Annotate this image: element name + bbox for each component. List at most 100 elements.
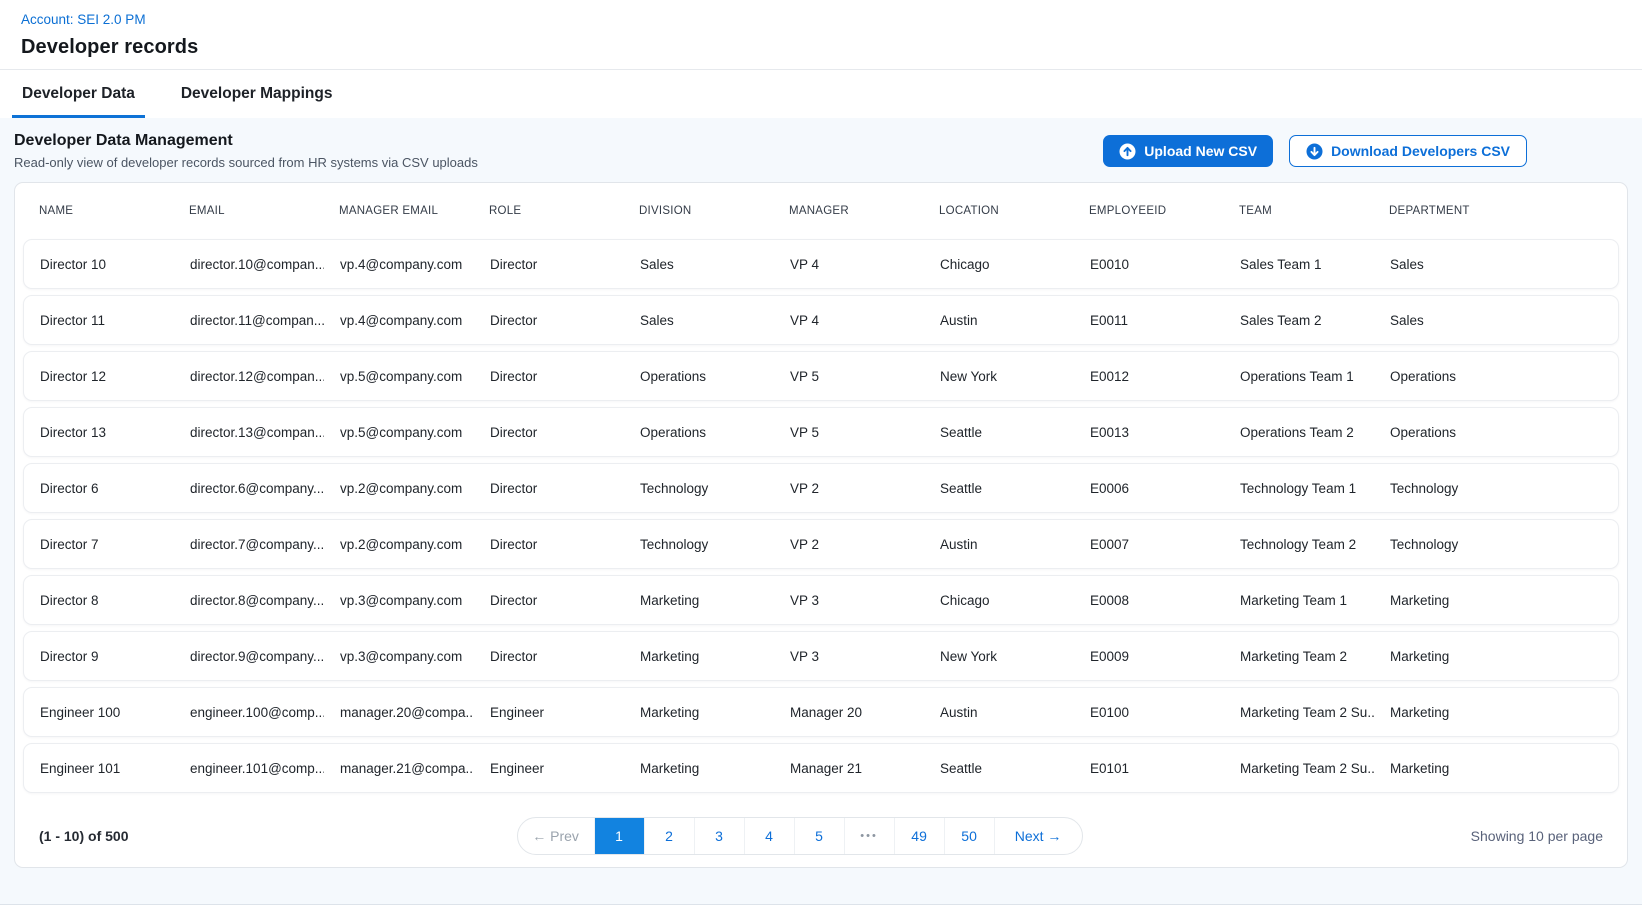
cell-manager: VP 4 (774, 257, 924, 272)
cell-manager: VP 4 (774, 313, 924, 328)
upload-new-csv-button[interactable]: Upload New CSV (1103, 135, 1273, 167)
tab-bar: Developer Data Developer Mappings (0, 70, 1642, 118)
column-header-location: LOCATION (923, 205, 1073, 217)
section-title: Developer Data Management (14, 132, 478, 150)
page-button-49[interactable]: 49 (894, 818, 944, 854)
prev-page-button[interactable]: ← Prev (518, 818, 594, 854)
cell-manager: VP 3 (774, 649, 924, 664)
page-button-50[interactable]: 50 (944, 818, 994, 854)
page-button-3[interactable]: 3 (694, 818, 744, 854)
cell-email: engineer.101@comp... (174, 761, 324, 776)
cell-name: Director 9 (24, 649, 174, 664)
cell-location: Chicago (924, 257, 1074, 272)
page-button-2[interactable]: 2 (644, 818, 694, 854)
table-row: Director 11director.11@compan...vp.4@com… (23, 295, 1619, 345)
per-page-label: Showing 10 per page (1471, 828, 1603, 844)
page-button-4[interactable]: 4 (744, 818, 794, 854)
account-link[interactable]: Account: SEI 2.0 PM (21, 12, 146, 27)
cell-name: Director 7 (24, 537, 174, 552)
table-row: Director 13director.13@compan...vp.5@com… (23, 407, 1619, 457)
panel-header-text: Developer Data Management Read-only view… (14, 132, 478, 170)
cell-manager-email: vp.3@company.com (324, 649, 474, 664)
panel-actions: Upload New CSV Download Developers CSV (1103, 135, 1527, 167)
developer-table: NAMEEMAILMANAGER EMAILROLEDIVISIONMANAGE… (14, 182, 1628, 868)
cell-role: Director (474, 313, 624, 328)
page-button-1[interactable]: 1 (594, 818, 644, 854)
cell-role: Director (474, 369, 624, 384)
circle-arrow-up-icon (1119, 143, 1136, 160)
cell-department: Operations (1374, 369, 1618, 384)
cell-division: Marketing (624, 761, 774, 776)
cell-division: Sales (624, 313, 774, 328)
cell-division: Operations (624, 425, 774, 440)
column-header-team: TEAM (1223, 205, 1373, 217)
page-button-5[interactable]: 5 (794, 818, 844, 854)
download-developers-csv-label: Download Developers CSV (1331, 143, 1510, 159)
cell-manager: VP 5 (774, 369, 924, 384)
cell-role: Engineer (474, 761, 624, 776)
cell-division: Marketing (624, 593, 774, 608)
cell-employeeid: E0008 (1074, 593, 1224, 608)
cell-email: director.9@company.... (174, 649, 324, 664)
cell-team: Marketing Team 2 Su... (1224, 705, 1374, 720)
cell-location: Austin (924, 313, 1074, 328)
cell-employeeid: E0010 (1074, 257, 1224, 272)
cell-name: Director 13 (24, 425, 174, 440)
cell-name: Director 12 (24, 369, 174, 384)
cell-manager: VP 2 (774, 537, 924, 552)
cell-department: Sales (1374, 257, 1618, 272)
column-header-department: DEPARTMENT (1373, 205, 1619, 217)
cell-role: Engineer (474, 705, 624, 720)
cell-team: Marketing Team 2 Su... (1224, 761, 1374, 776)
tab-developer-mappings[interactable]: Developer Mappings (171, 70, 343, 118)
cell-manager-email: vp.4@company.com (324, 257, 474, 272)
cell-team: Technology Team 1 (1224, 481, 1374, 496)
cell-name: Director 6 (24, 481, 174, 496)
download-developers-csv-button[interactable]: Download Developers CSV (1289, 135, 1527, 167)
cell-team: Marketing Team 2 (1224, 649, 1374, 664)
cell-name: Director 11 (24, 313, 174, 328)
cell-location: New York (924, 649, 1074, 664)
cell-team: Marketing Team 1 (1224, 593, 1374, 608)
cell-location: Seattle (924, 761, 1074, 776)
cell-name: Engineer 101 (24, 761, 174, 776)
cell-name: Director 8 (24, 593, 174, 608)
cell-manager: Manager 20 (774, 705, 924, 720)
next-page-button[interactable]: Next → (994, 818, 1082, 854)
column-header-email: EMAIL (173, 205, 323, 217)
column-header-role: ROLE (473, 205, 623, 217)
cell-location: New York (924, 369, 1074, 384)
cell-role: Director (474, 425, 624, 440)
cell-division: Marketing (624, 649, 774, 664)
cell-employeeid: E0013 (1074, 425, 1224, 440)
pagination: ← Prev12345•••4950Next → (517, 817, 1083, 855)
cell-role: Director (474, 593, 624, 608)
cell-division: Operations (624, 369, 774, 384)
cell-email: director.7@company.... (174, 537, 324, 552)
table-row: Engineer 100engineer.100@comp...manager.… (23, 687, 1619, 737)
cell-department: Marketing (1374, 593, 1618, 608)
page-ellipsis: ••• (844, 818, 894, 854)
cell-manager-email: vp.2@company.com (324, 537, 474, 552)
cell-manager: VP 2 (774, 481, 924, 496)
cell-location: Austin (924, 705, 1074, 720)
tab-developer-data[interactable]: Developer Data (12, 70, 145, 118)
cell-team: Sales Team 1 (1224, 257, 1374, 272)
table-row: Engineer 101engineer.101@comp...manager.… (23, 743, 1619, 793)
cell-role: Director (474, 257, 624, 272)
cell-team: Operations Team 2 (1224, 425, 1374, 440)
cell-name: Director 10 (24, 257, 174, 272)
cell-email: director.12@compan... (174, 369, 324, 384)
cell-department: Technology (1374, 481, 1618, 496)
table-header-row: NAMEEMAILMANAGER EMAILROLEDIVISIONMANAGE… (23, 183, 1619, 239)
cell-employeeid: E0009 (1074, 649, 1224, 664)
developer-data-panel: Developer Data Management Read-only view… (0, 118, 1642, 905)
cell-manager-email: vp.3@company.com (324, 593, 474, 608)
cell-location: Austin (924, 537, 1074, 552)
cell-employeeid: E0012 (1074, 369, 1224, 384)
cell-team: Technology Team 2 (1224, 537, 1374, 552)
table-footer: (1 - 10) of 500 ← Prev12345•••4950Next →… (23, 799, 1619, 855)
cell-employeeid: E0101 (1074, 761, 1224, 776)
cell-role: Director (474, 649, 624, 664)
cell-email: director.8@company.... (174, 593, 324, 608)
